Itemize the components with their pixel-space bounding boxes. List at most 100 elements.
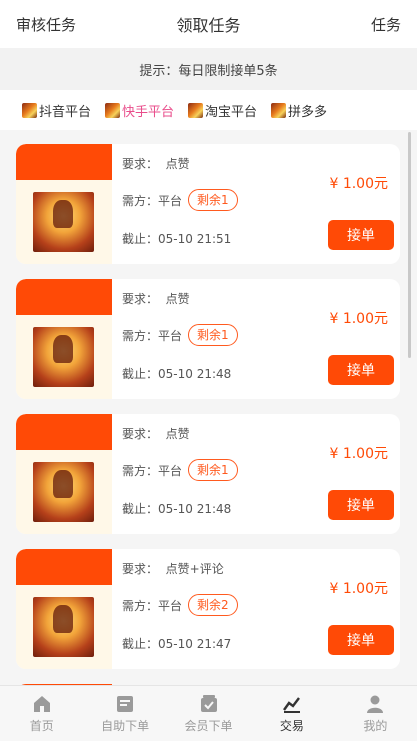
review-tasks-link[interactable]: 审核任务 [16, 14, 76, 35]
task-card: 要求： 点赞 需方： 平台 剩余1 截止： 05-10 21:51 ¥ 1.00元 接… [16, 144, 400, 264]
tab-label: 我的 [363, 718, 388, 733]
tab-member-order[interactable]: 会员下单 [167, 686, 250, 741]
requirement-value: 点赞+评论 [165, 562, 224, 576]
payer-value: 平台 [158, 463, 183, 478]
remaining-badge: 剩余1 [188, 324, 238, 346]
task-price: ¥ 1.00元 [329, 581, 388, 597]
requirement-value: 点赞 [165, 292, 190, 306]
accept-task-button[interactable]: 接单 [328, 625, 394, 655]
payer-label: 需方： [122, 598, 159, 613]
deadline-label: 截止： [122, 637, 159, 651]
platform-label: 拼多多 [288, 104, 328, 120]
task-image [33, 192, 94, 252]
platform-tabs: 抖音平台 快手平台 淘宝平台 拼多多 [0, 90, 417, 130]
tab-home[interactable]: 首页 [0, 686, 83, 741]
requirement-label: 要求： [122, 427, 159, 441]
task-payer: 需方： 平台 剩余1 [122, 324, 238, 346]
tab-trade[interactable]: 交易 [250, 686, 333, 741]
task-price: ¥ 1.00元 [329, 311, 388, 327]
platform-thumbnail-icon [188, 102, 204, 118]
task-deadline: 截止： 05-10 21:48 [122, 365, 231, 382]
task-deadline: 截止： 05-10 21:51 [122, 230, 231, 247]
tab-label: 交易 [279, 718, 304, 733]
task-image [33, 327, 94, 387]
platform-label: 淘宝平台 [205, 104, 258, 120]
payer-label: 需方： [122, 328, 159, 343]
deadline-value: 05-10 21:48 [158, 501, 232, 516]
trade-icon [282, 696, 300, 713]
task-price: ¥ 1.00元 [329, 446, 388, 462]
task-list[interactable]: 要求： 点赞 需方： 平台 剩余1 截止： 05-10 21:51 ¥ 1.00元 接… [0, 130, 417, 685]
requirement-value: 点赞 [165, 157, 190, 171]
task-payer: 需方： 平台 剩余1 [122, 189, 238, 211]
platform-tab-kuaishou[interactable]: 快手平台 [105, 101, 174, 120]
task-thumbnail [16, 279, 112, 399]
tab-label: 首页 [29, 718, 54, 733]
tab-label: 会员下单 [184, 718, 233, 733]
thumbnail-header [16, 279, 112, 315]
deadline-label: 截止： [122, 367, 159, 381]
order-icon [117, 695, 134, 712]
requirement-label: 要求： [122, 292, 159, 306]
requirement-label: 要求： [122, 562, 159, 576]
task-requirement: 要求： 点赞 [122, 290, 190, 307]
task-image [33, 462, 94, 522]
remaining-badge: 剩余1 [188, 459, 238, 481]
requirement-value: 点赞 [165, 427, 190, 441]
scrollbar[interactable] [408, 132, 411, 358]
platform-tab-taobao[interactable]: 淘宝平台 [188, 101, 257, 120]
task-card: 要求： 点赞 需方： 平台 剩余1 截止： 05-10 21:48 ¥ 1.00元 接… [16, 279, 400, 399]
platform-tab-pinduoduo[interactable]: 拼多多 [271, 101, 327, 120]
task-price: ¥ 1.00元 [329, 176, 388, 192]
requirement-label: 要求： [122, 157, 159, 171]
task-deadline: 截止： 05-10 21:47 [122, 635, 231, 652]
remaining-badge: 剩余1 [188, 189, 238, 211]
member-order-icon [200, 694, 217, 712]
payer-value: 平台 [158, 193, 183, 208]
accept-task-button[interactable]: 接单 [328, 355, 394, 385]
task-image [33, 597, 94, 657]
platform-label: 快手平台 [122, 104, 175, 120]
deadline-value: 05-10 21:51 [158, 231, 232, 246]
remaining-badge: 剩余2 [188, 594, 238, 616]
thumbnail-header [16, 414, 112, 450]
task-requirement: 要求： 点赞 [122, 425, 190, 442]
task-thumbnail [16, 414, 112, 534]
notice-text: 提示：每日限制接单5条 [139, 63, 278, 79]
task-payer: 需方： 平台 剩余1 [122, 459, 238, 481]
task-requirement: 要求： 点赞+评论 [122, 560, 224, 577]
platform-thumbnail-icon [22, 102, 37, 118]
accept-task-button[interactable]: 接单 [328, 490, 394, 520]
accept-task-button[interactable]: 接单 [328, 220, 394, 250]
platform-tab-douyin[interactable]: 抖音平台 [22, 101, 91, 120]
platform-thumbnail-icon [105, 102, 121, 118]
payer-label: 需方： [122, 463, 159, 478]
platform-thumbnail-icon [271, 102, 287, 118]
task-requirement: 要求： 点赞 [122, 155, 190, 172]
tab-self-order[interactable]: 自助下单 [83, 686, 166, 741]
thumbnail-header [16, 144, 112, 180]
notice-banner: 提示：每日限制接单5条 [0, 48, 417, 90]
bottom-tab-bar: 首页 自助下单 会员下单 交易 我的 [0, 685, 417, 741]
task-thumbnail [16, 549, 112, 669]
deadline-value: 05-10 21:48 [158, 366, 232, 381]
thumbnail-header [16, 549, 112, 585]
home-icon [33, 695, 50, 712]
payer-label: 需方： [122, 193, 159, 208]
platform-label: 抖音平台 [39, 104, 92, 120]
deadline-label: 截止： [122, 502, 159, 516]
top-bar: 审核任务 领取任务 任务 [0, 0, 417, 48]
tasks-link[interactable]: 任务 [371, 14, 401, 35]
task-card: 要求： 点赞 需方： 平台 剩余1 截止： 05-10 21:48 ¥ 1.00元 接… [16, 414, 400, 534]
deadline-value: 05-10 21:47 [158, 636, 232, 651]
payer-value: 平台 [158, 598, 183, 613]
task-payer: 需方： 平台 剩余2 [122, 594, 238, 616]
tab-profile[interactable]: 我的 [334, 686, 417, 741]
user-icon [367, 695, 384, 713]
task-deadline: 截止： 05-10 21:48 [122, 500, 231, 517]
payer-value: 平台 [158, 328, 183, 343]
tab-label: 自助下单 [101, 718, 150, 733]
deadline-label: 截止： [122, 232, 159, 246]
task-card: 要求： 点赞+评论 需方： 平台 剩余2 截止： 05-10 21:47 ¥ 1.00… [16, 549, 400, 669]
task-thumbnail [16, 144, 112, 264]
